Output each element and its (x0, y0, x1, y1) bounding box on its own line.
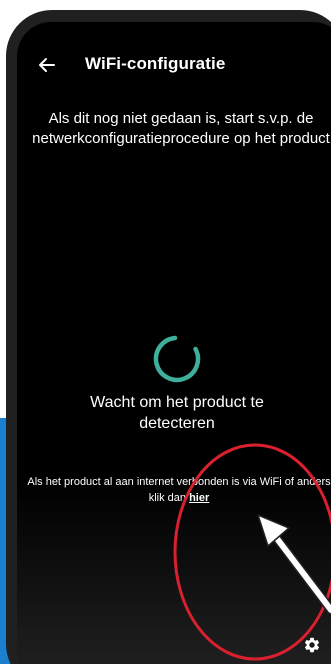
phone-screen: WiFi-configuratie Als dit nog niet gedaa… (17, 22, 331, 664)
instruction-text: Als dit nog niet gedaan is, start s.v.p.… (32, 110, 330, 147)
here-link[interactable]: hier (189, 492, 209, 504)
already-connected-note: Als het product al aan internet verbonde… (21, 474, 331, 506)
gear-icon[interactable] (303, 636, 321, 654)
screenshot-stage: WiFi-configuratie Als dit nog niet gedaa… (0, 0, 331, 664)
arrow-left-icon[interactable] (37, 55, 57, 75)
app-bar: WiFi-configuratie (17, 50, 331, 80)
already-connected-text: Als het product al aan internet verbonde… (27, 476, 331, 504)
screen-gradient (17, 482, 331, 664)
waiting-text: Wacht om het product te detecteren (90, 394, 264, 432)
loading-spinner-icon (153, 335, 201, 383)
page-title: WiFi-configuratie (85, 54, 226, 73)
